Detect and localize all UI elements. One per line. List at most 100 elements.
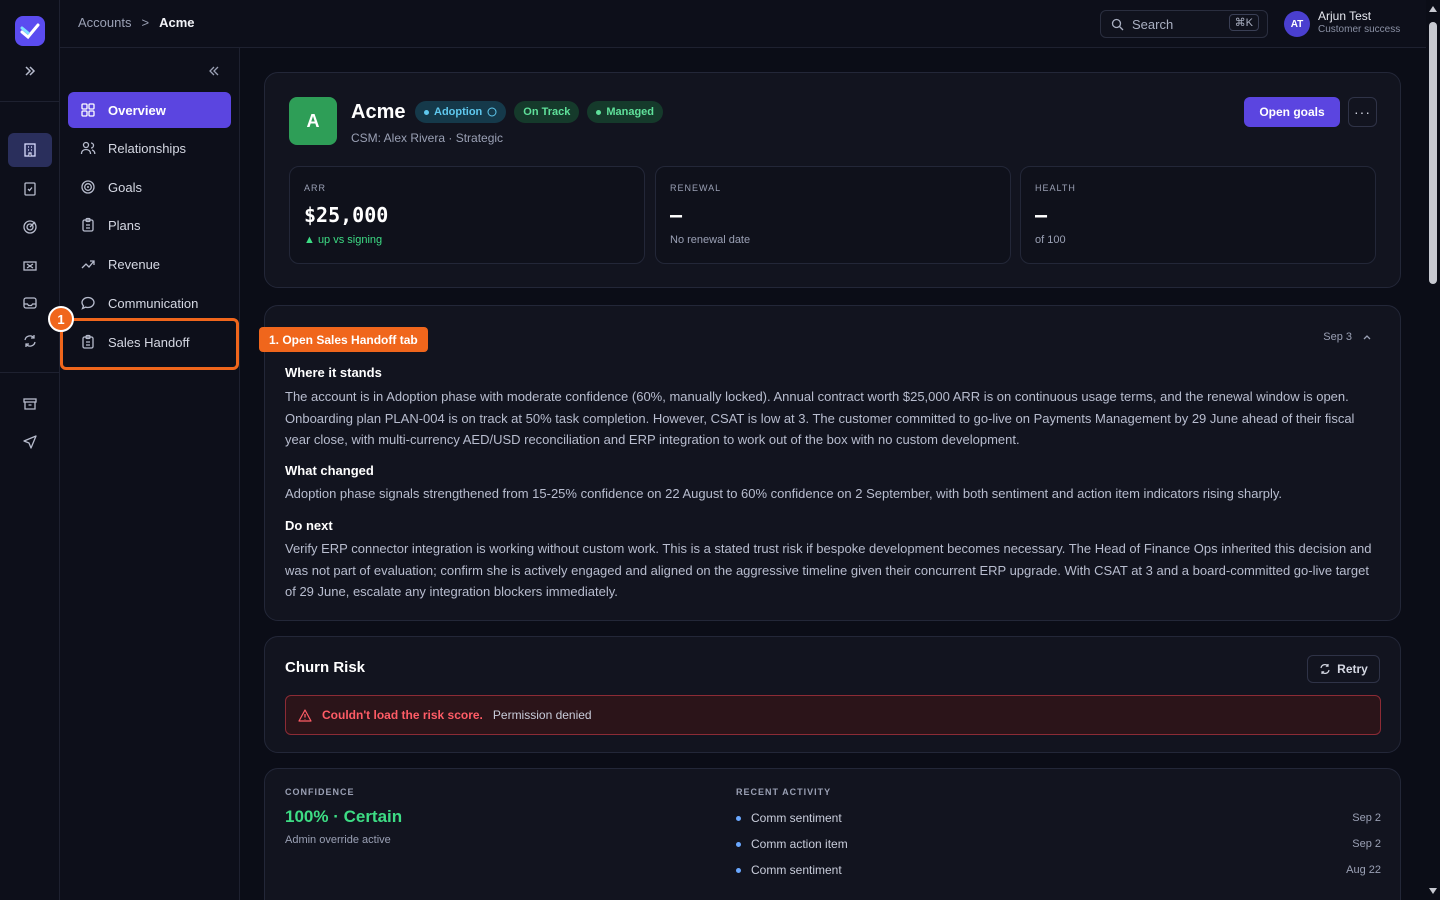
inbox-icon[interactable]: [8, 286, 52, 320]
nav-label: Plans: [108, 217, 141, 233]
refresh-icon: [1320, 664, 1330, 674]
search-icon: [1111, 18, 1124, 30]
nav-label: Goals: [108, 179, 142, 195]
nav-label: Relationships: [108, 140, 187, 156]
account-header-card: A Acme Adoption On Track Managed CSM: Al…: [264, 72, 1401, 288]
scrollbar-thumb[interactable]: [1429, 22, 1437, 284]
summary-toggle[interactable]: Sep 3: [1323, 331, 1372, 343]
error-title: Couldn't load the risk score.: [322, 708, 483, 722]
section-body: Verify ERP connector integration is work…: [285, 541, 1372, 599]
metric-value: —: [1035, 203, 1048, 227]
metric-arr: ARR $25,000 ▲ up vs signing: [289, 166, 645, 264]
activity-caption: RECENT ACTIVITY: [736, 787, 832, 797]
error-detail: Permission denied: [492, 708, 592, 722]
users-icon: [80, 141, 96, 155]
board-icon[interactable]: [8, 249, 52, 283]
metric-value: $25,000: [304, 203, 389, 227]
confidence-caption: CONFIDENCE: [285, 787, 355, 797]
activity-item[interactable]: Comm sentiment Sep 2: [736, 811, 1381, 825]
account-avatar: A: [289, 97, 337, 145]
nav-label: Revenue: [108, 256, 161, 272]
phase-label: Adoption: [434, 106, 483, 118]
churn-title: Churn Risk: [285, 659, 366, 676]
section-body: The account is in Adoption phase with mo…: [285, 389, 1355, 447]
search-shortcut: ⌘K: [1228, 14, 1259, 31]
phase-badge[interactable]: Adoption: [415, 101, 507, 123]
tier-label: Managed: [606, 106, 655, 118]
archive-icon[interactable]: [8, 387, 52, 421]
metric-label: ARR: [304, 183, 327, 193]
app-logo-icon[interactable]: [15, 16, 45, 46]
retry-button[interactable]: Retry: [1307, 655, 1380, 683]
open-goals-button[interactable]: Open goals: [1244, 97, 1340, 127]
error-banner: Couldn't load the risk score. Permission…: [285, 695, 1381, 735]
bullet-icon: [736, 815, 741, 821]
metric-foot: No renewal date: [670, 234, 751, 246]
churn-risk-card: Churn Risk Retry Couldn't load the risk …: [264, 636, 1401, 753]
summary-date: Sep 3: [1323, 331, 1352, 343]
annotation-callout: 1. Open Sales Handoff tab: [259, 327, 428, 352]
breadcrumb: Accounts > Acme: [78, 15, 195, 30]
metric-label: HEALTH: [1035, 183, 1076, 193]
info-icon: [487, 107, 497, 117]
breadcrumb-accounts[interactable]: Accounts: [78, 15, 131, 30]
target-icon[interactable]: [8, 210, 52, 244]
rail-divider: [0, 372, 60, 373]
bullet-icon: [736, 841, 741, 847]
activity-item[interactable]: Comm sentiment Aug 22: [736, 863, 1381, 877]
accounts-icon[interactable]: [8, 133, 52, 167]
icon-rail: [0, 0, 60, 900]
scroll-down-icon[interactable]: [1429, 888, 1437, 894]
top-bar: Accounts > Acme Search ⌘K AT Arjun Test …: [60, 0, 1426, 48]
expand-icon[interactable]: [8, 54, 52, 88]
search-input[interactable]: Search ⌘K: [1100, 10, 1268, 38]
chat-icon: [81, 296, 95, 310]
activity-item[interactable]: Comm action item Sep 2: [736, 837, 1381, 851]
metric-foot: of 100: [1035, 234, 1066, 246]
summary-card: Sep 3 Where it stands The account is in …: [264, 305, 1401, 621]
nav-item-plans[interactable]: Plans: [68, 207, 231, 243]
section-body: Adoption phase signals strengthened from…: [285, 486, 1283, 501]
collapse-icon[interactable]: [208, 64, 220, 80]
nav-item-goals[interactable]: Goals: [68, 169, 231, 205]
chevron-up-icon: [1363, 335, 1371, 340]
avatar[interactable]: AT: [1284, 11, 1310, 37]
section-heading: Where it stands: [285, 365, 382, 380]
confidence-value: 100% · Certain: [285, 807, 403, 826]
nav-item-relationships[interactable]: Relationships: [68, 130, 231, 166]
status-pills: Adoption On Track Managed: [415, 101, 664, 123]
activity-date: Sep 2: [1352, 838, 1381, 850]
scroll-up-icon[interactable]: [1429, 6, 1437, 12]
metric-foot: ▲ up vs signing: [304, 234, 383, 246]
breadcrumb-separator: >: [141, 15, 150, 30]
tier-badge: Managed: [587, 101, 664, 123]
bullet-icon: [736, 867, 741, 873]
metric-renewal: RENEWAL — No renewal date: [655, 166, 1011, 264]
target-icon: [81, 180, 95, 194]
nav-label: Communication: [108, 295, 199, 311]
scrollbar[interactable]: [1426, 0, 1440, 900]
annotation-step-badge: 1: [48, 306, 74, 332]
nav-label: Overview: [108, 102, 166, 118]
account-subtitle: CSM: Alex Rivera · Strategic: [351, 131, 504, 145]
section-heading: What changed: [285, 463, 374, 478]
nav-item-communication[interactable]: Communication: [68, 285, 231, 321]
metric-label: RENEWAL: [670, 183, 722, 193]
metric-value: —: [670, 203, 683, 227]
sync-icon[interactable]: [8, 324, 52, 358]
more-options-icon[interactable]: ···: [1348, 97, 1377, 127]
account-name: Acme: [351, 101, 406, 123]
activity-label: Comm action item: [751, 837, 848, 851]
send-icon[interactable]: [8, 425, 52, 459]
user-role: Customer success: [1318, 24, 1401, 35]
search-label: Search: [1132, 16, 1174, 32]
tasks-icon[interactable]: [8, 172, 52, 206]
activity-label: Comm sentiment: [751, 863, 842, 877]
user-info[interactable]: Arjun Test Customer success: [1318, 9, 1400, 35]
retry-label: Retry: [1337, 662, 1368, 676]
user-name: Arjun Test: [1318, 9, 1372, 23]
status-badge: On Track: [514, 101, 580, 123]
nav-item-revenue[interactable]: Revenue: [68, 246, 231, 282]
status-label: On Track: [523, 106, 571, 118]
nav-item-overview[interactable]: Overview: [68, 92, 231, 128]
